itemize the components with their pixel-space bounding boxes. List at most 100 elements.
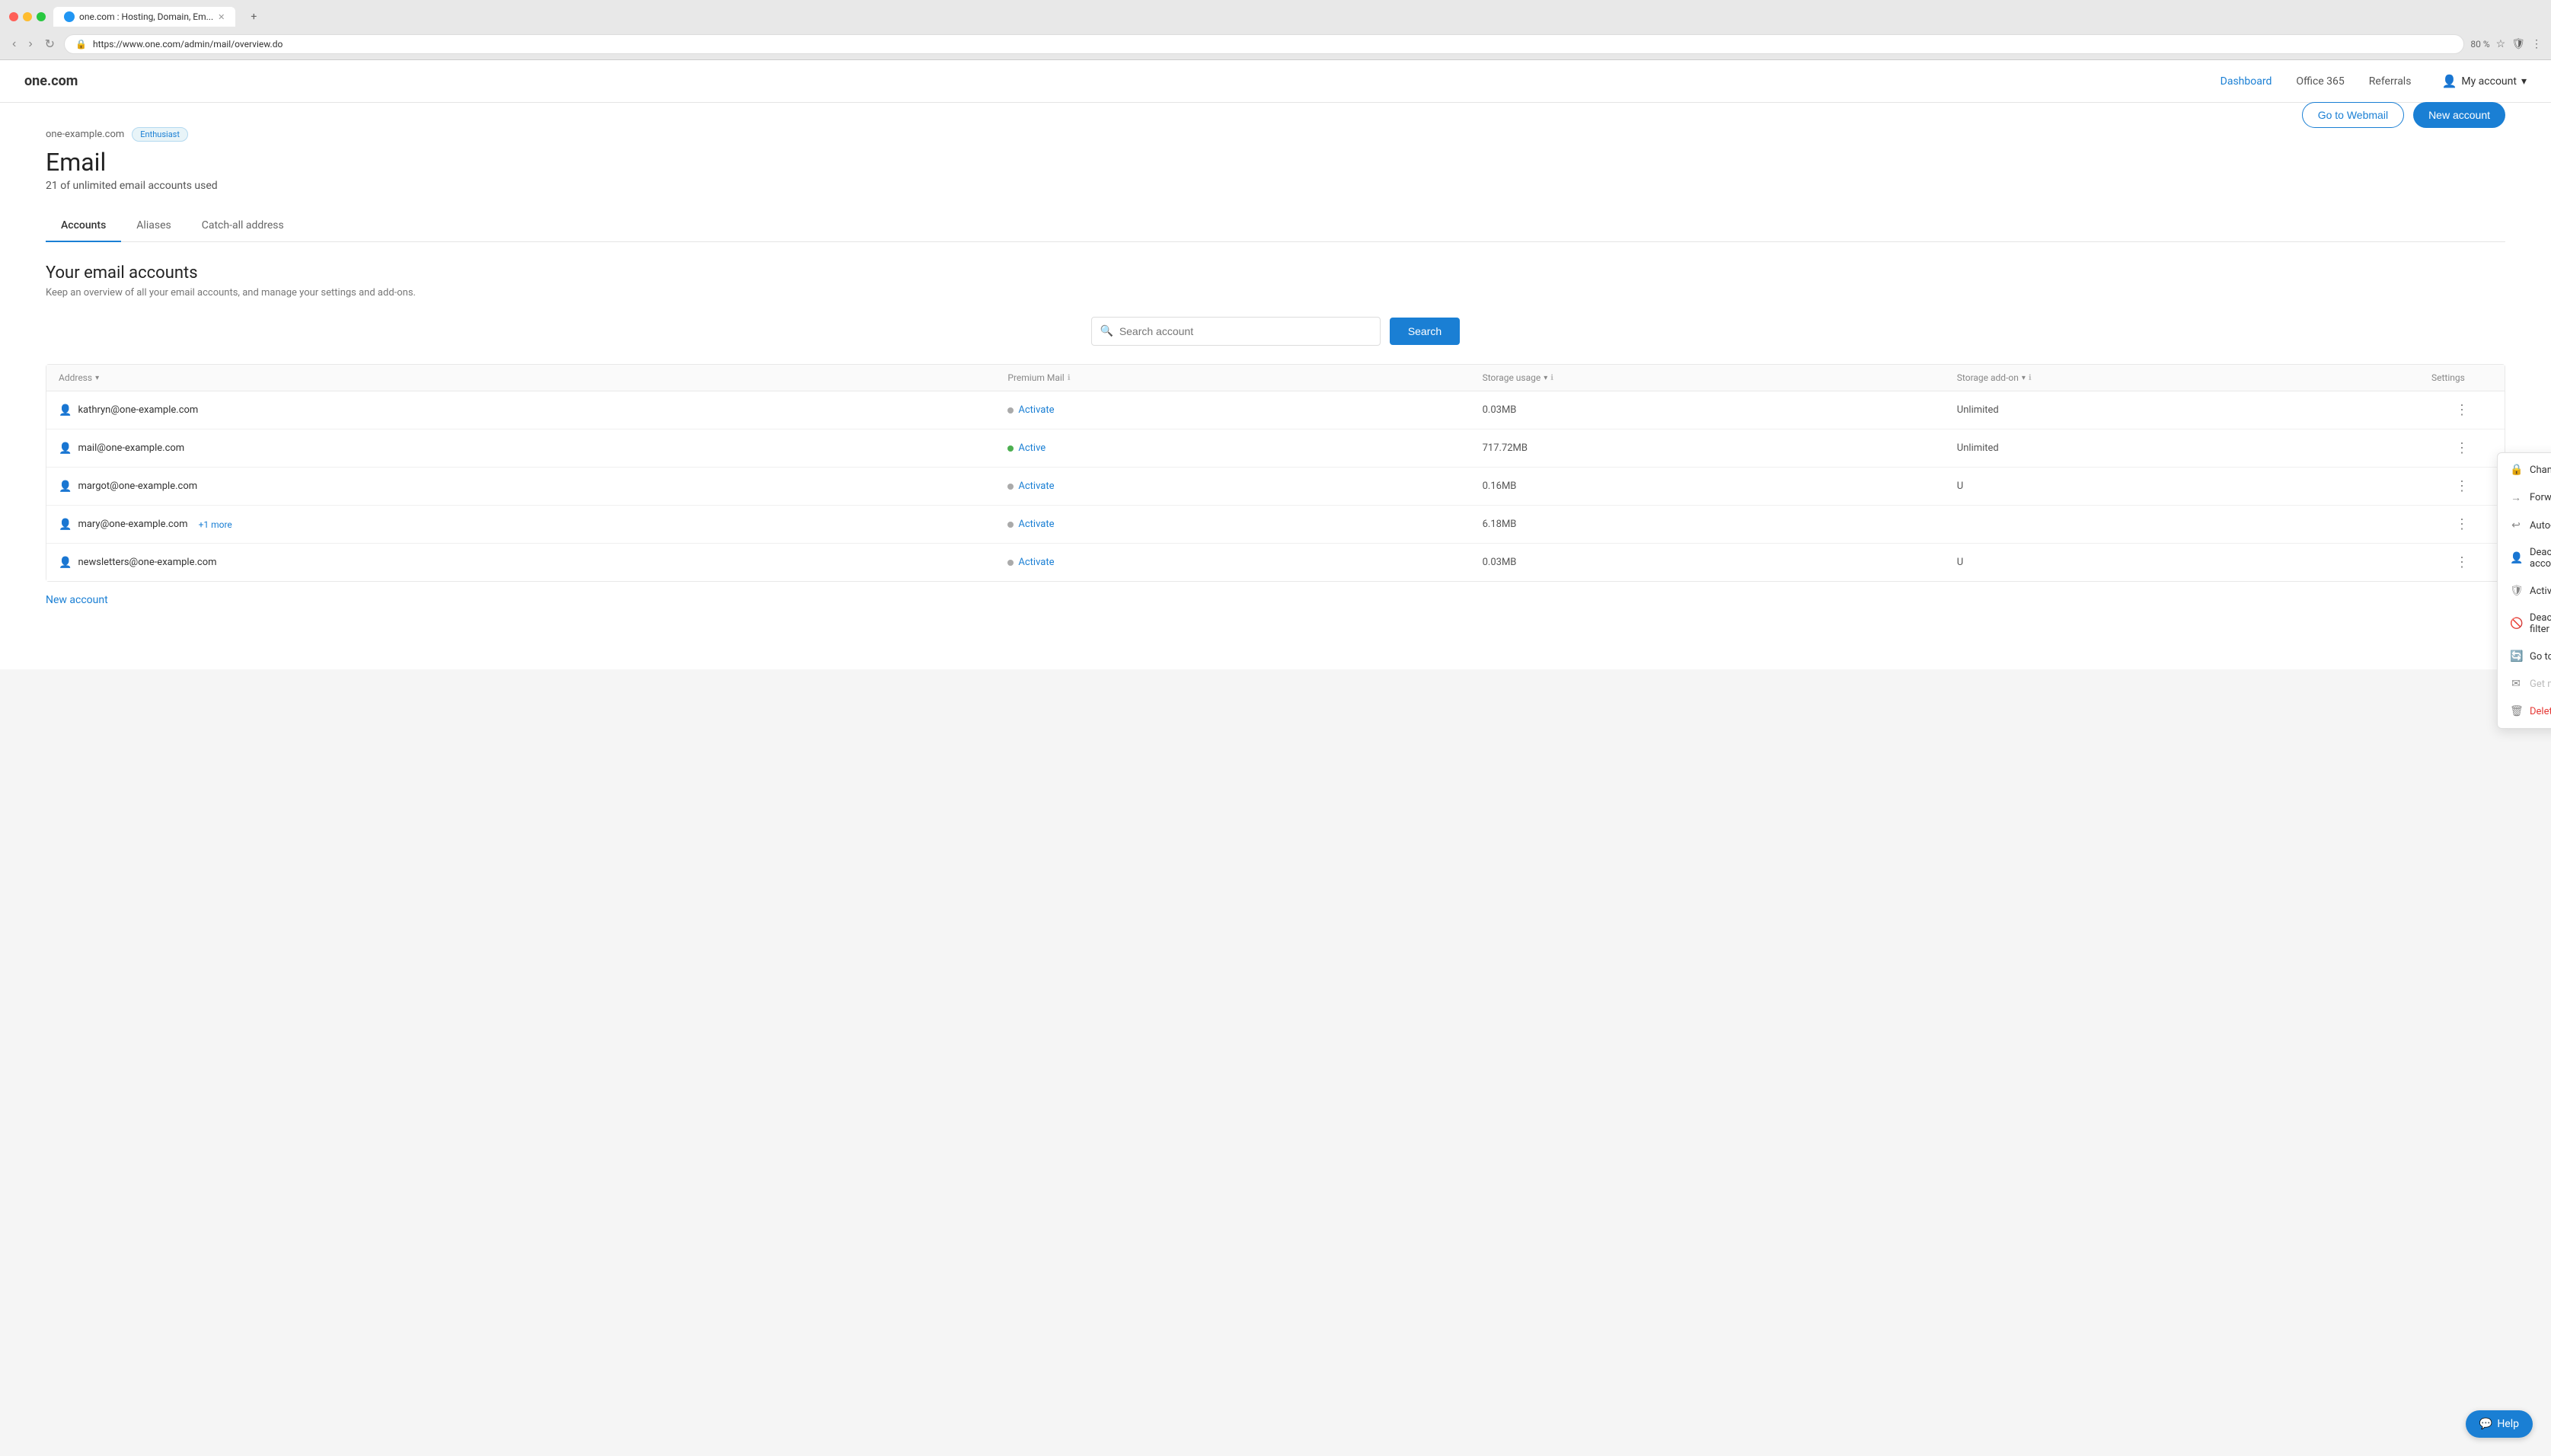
table-row: 👤 margot@one-example.com Activate 0.16MB…: [46, 468, 2505, 506]
premium-status[interactable]: Activate: [1007, 404, 1482, 416]
tab-catchall[interactable]: Catch-all address: [187, 210, 299, 242]
nav-links: Dashboard Office 365 Referrals: [2221, 75, 2412, 88]
status-dot: [1007, 522, 1014, 528]
tab-close-button[interactable]: ✕: [218, 12, 225, 22]
section-desc: Keep an overview of all your email accou…: [46, 287, 2505, 299]
tab-aliases[interactable]: Aliases: [121, 210, 186, 242]
table-row: 👤 kathryn@one-example.com Activate 0.03M…: [46, 391, 2505, 429]
email-address: mary@one-example.com: [78, 519, 187, 530]
new-account-button[interactable]: New account: [2413, 102, 2505, 128]
addon-value: Unlimited: [1957, 404, 2431, 416]
account-icon: 👤: [59, 481, 72, 493]
search-wrap: 🔍: [1091, 317, 1381, 346]
premium-status[interactable]: Active: [1007, 442, 1482, 454]
reload-button[interactable]: ↻: [42, 34, 58, 55]
minimize-dot[interactable]: [23, 12, 32, 21]
help-label: Help: [2497, 1418, 2519, 1430]
email-cell: 👤 kathryn@one-example.com: [59, 404, 1007, 417]
table-row: 👤 newsletters@one-example.com Activate 0…: [46, 544, 2505, 581]
back-button[interactable]: ‹: [9, 34, 19, 54]
sort-icon: ▾: [1544, 374, 1547, 382]
new-account-link[interactable]: New account: [46, 582, 108, 618]
tab-favicon: [64, 11, 75, 22]
bookmark-icon[interactable]: ☆: [2496, 38, 2506, 50]
col-storage: Storage usage ▾ ℹ: [1483, 372, 1957, 383]
page-subtitle: 21 of unlimited email accounts used: [46, 180, 2505, 192]
fullscreen-dot[interactable]: [37, 12, 46, 21]
spam-icon: 🚫: [2510, 618, 2522, 630]
page-content: one-example.com Enthusiast Go to Webmail…: [0, 103, 2551, 643]
nav-office365[interactable]: Office 365: [2296, 75, 2344, 88]
status-dot: [1007, 445, 1014, 452]
email-address: margot@one-example.com: [78, 481, 197, 492]
help-button[interactable]: 💬 Help: [2466, 1410, 2533, 1438]
email-address: mail@one-example.com: [78, 442, 184, 454]
status-dot: [1007, 407, 1014, 413]
table-row: 👤 mail@one-example.com Active 717.72MB U…: [46, 429, 2505, 468]
premium-status[interactable]: Activate: [1007, 557, 1482, 568]
account-icon: 👤: [59, 519, 72, 531]
storage-value: 0.03MB: [1483, 557, 1957, 568]
menu-get-storage: ✉ Get more storage: [2498, 670, 2551, 698]
extensions-icon[interactable]: ⋮: [2531, 38, 2542, 50]
row-menu-button[interactable]: ⋮: [2431, 554, 2492, 570]
row-menu-button[interactable]: ⋮: [2431, 516, 2492, 532]
status-dot: [1007, 484, 1014, 490]
search-row: 🔍 Search: [46, 317, 2505, 346]
address-bar[interactable]: 🔒 https://www.one.com/admin/mail/overvie…: [64, 34, 2464, 54]
new-tab-button[interactable]: +: [243, 6, 264, 27]
sort-icon: ▾: [2022, 374, 2026, 382]
nav-referrals[interactable]: Referrals: [2369, 75, 2412, 88]
tab-accounts[interactable]: Accounts: [46, 210, 121, 242]
row-menu-button[interactable]: ⋮: [2431, 402, 2492, 418]
row-menu-button[interactable]: ⋮: [2431, 440, 2492, 456]
info-icon: ℹ: [1550, 374, 1553, 382]
security-icon: 🔒: [75, 39, 87, 49]
sort-icon: ▾: [95, 374, 99, 382]
col-premium: Premium Mail ℹ: [1007, 372, 1482, 383]
menu-forwards[interactable]: → Forwards: [2498, 484, 2551, 512]
shield-icon: 🛡: [2510, 585, 2522, 597]
my-account-menu[interactable]: 👤 My account ▾: [2441, 74, 2527, 88]
active-tab[interactable]: one.com : Hosting, Domain, Em... ✕: [53, 7, 235, 27]
context-menu: 🔒 Change password → Forwards ↩ Auto-repl…: [2497, 452, 2551, 729]
search-input[interactable]: [1091, 317, 1381, 346]
table-row: 👤 mary@one-example.com +1 more Activate …: [46, 506, 2505, 544]
menu-change-password[interactable]: 🔒 Change password: [2498, 456, 2551, 484]
menu-activate-sanebox[interactable]: 🛡 Activate sanebox: [2498, 577, 2551, 605]
email-cell: 👤 newsletters@one-example.com: [59, 557, 1007, 569]
menu-delete-account[interactable]: 🗑 Delete account: [2498, 698, 2551, 725]
user-icon: 👤: [2441, 74, 2457, 88]
delete-icon: 🗑: [2510, 705, 2522, 717]
tab-bar: Accounts Aliases Catch-all address: [46, 210, 2505, 242]
email-cell: 👤 margot@one-example.com: [59, 481, 1007, 493]
my-account-label: My account: [2461, 75, 2517, 88]
close-dot[interactable]: [9, 12, 18, 21]
nav-dashboard[interactable]: Dashboard: [2221, 75, 2272, 88]
row-menu-button[interactable]: ⋮: [2431, 478, 2492, 494]
browser-window-controls[interactable]: [9, 12, 46, 21]
premium-status[interactable]: Activate: [1007, 481, 1482, 492]
email-cell: 👤 mary@one-example.com +1 more: [59, 519, 1007, 531]
app-container: one.com Dashboard Office 365 Referrals 👤…: [0, 60, 2551, 669]
shield-icon: 🛡: [2511, 38, 2525, 50]
menu-deactivate-spam[interactable]: 🚫 Deactivate spam filter: [2498, 605, 2551, 643]
menu-auto-reply[interactable]: ↩ Auto-reply: [2498, 512, 2551, 539]
more-tag: +1 more: [199, 519, 232, 530]
browser-toolbar-icons: ☆ 🛡 ⋮: [2496, 38, 2542, 50]
plan-badge: Enthusiast: [132, 127, 188, 142]
email-accounts-table: Address ▾ Premium Mail ℹ Storage usage ▾…: [46, 364, 2505, 582]
menu-deactivate-account[interactable]: 👤 Deactivate account: [2498, 539, 2551, 577]
status-dot: [1007, 560, 1014, 566]
email-address: newsletters@one-example.com: [78, 557, 216, 568]
search-button[interactable]: Search: [1390, 318, 1460, 345]
lock-icon: 🔒: [2510, 464, 2522, 476]
premium-status[interactable]: Activate: [1007, 519, 1482, 530]
forward-button[interactable]: ›: [25, 34, 35, 54]
go-to-webmail-button[interactable]: Go to Webmail: [2302, 102, 2404, 128]
menu-backup-restore[interactable]: 🔄 Go to Backup & Restore: [2498, 643, 2551, 670]
addon-value: U: [1957, 481, 2431, 492]
section-title: Your email accounts: [46, 263, 2505, 283]
browser-chrome: one.com : Hosting, Domain, Em... ✕ + ‹ ›…: [0, 0, 2551, 60]
storage-value: 0.03MB: [1483, 404, 1957, 416]
